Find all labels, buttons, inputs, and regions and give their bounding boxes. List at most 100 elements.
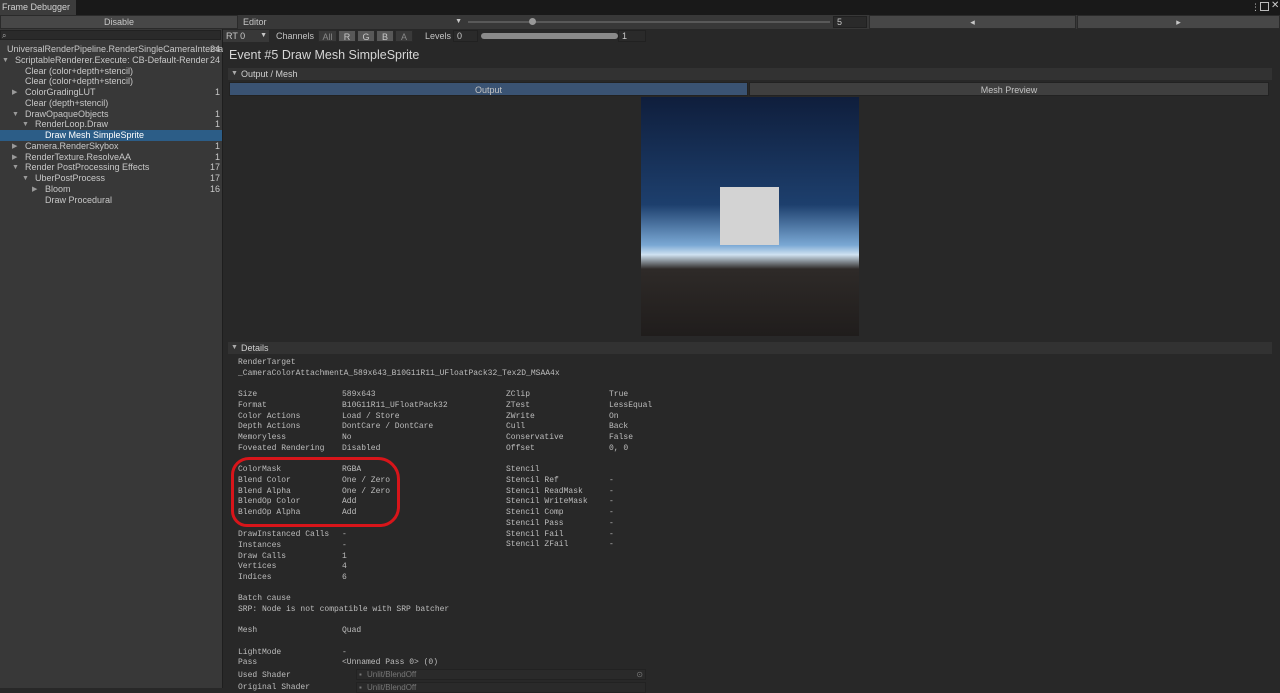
mesh-value: Quad xyxy=(342,626,362,635)
target-dropdown-label: Editor xyxy=(243,17,267,27)
tree-item[interactable]: ▼ UniversalRenderPipeline.RenderSingleCam… xyxy=(0,44,226,55)
tree-item[interactable]: ▶ ColorGradingLUT 1 xyxy=(0,87,222,98)
foldout-arrow-icon: ▼ xyxy=(231,70,238,77)
detail-label: Cull xyxy=(506,422,526,432)
detail-value: Back xyxy=(609,422,629,432)
detail-label: Stencil ReadMask xyxy=(506,486,583,496)
close-icon[interactable]: ✕ xyxy=(1271,0,1279,11)
foldout-collapsed-icon[interactable]: ▶ xyxy=(32,184,37,195)
previous-event-button[interactable]: ◂ xyxy=(869,15,1076,29)
levels-min-field[interactable]: 0 xyxy=(453,30,478,42)
tree-item-count: 17 xyxy=(209,162,220,173)
levels-range-slider[interactable] xyxy=(481,33,618,39)
tab-output[interactable]: Output xyxy=(229,82,748,96)
detail-label: DrawInstanced Calls xyxy=(238,530,330,539)
tree-item-label: RenderTexture.ResolveAA xyxy=(25,151,132,162)
details-section-title: Details xyxy=(241,343,269,353)
detail-value: LessEqual xyxy=(609,400,653,410)
detail-label: Conservative xyxy=(506,433,564,442)
tree-item-label: RenderLoop.Draw xyxy=(35,119,109,130)
tree-item[interactable]: ▶ Bloom 16 xyxy=(0,184,222,195)
foldout-expanded-icon[interactable]: ▼ xyxy=(12,109,19,120)
annotation-red-circle xyxy=(231,457,400,527)
rt-dropdown[interactable]: RT 0 ▼ xyxy=(223,30,269,42)
tree-item[interactable]: ▼ Render PostProcessing Effects 17 xyxy=(0,162,222,173)
tree-item[interactable]: Draw Mesh SimpleSprite xyxy=(0,130,222,141)
tree-item[interactable]: ▶ Camera.RenderSkybox 1 xyxy=(0,141,222,152)
foldout-expanded-icon[interactable]: ▼ xyxy=(0,44,1,55)
tree-item[interactable]: Draw Procedural xyxy=(0,195,222,206)
event-slider[interactable] xyxy=(468,21,830,23)
event-slider-thumb[interactable] xyxy=(529,18,536,25)
channel-g-button[interactable]: G xyxy=(357,30,375,42)
tree-item[interactable]: ▶ RenderTexture.ResolveAA 1 xyxy=(0,152,222,163)
tab-mesh-preview[interactable]: Mesh Preview xyxy=(749,82,1269,96)
detail-value: - xyxy=(342,540,347,550)
tree-item-count: 1 xyxy=(214,140,220,151)
tree-item[interactable]: ▼ DrawOpaqueObjects 1 xyxy=(0,109,222,120)
detail-label: Depth Actions xyxy=(238,422,301,432)
details-section-header[interactable]: ▼ Details xyxy=(228,342,1272,354)
tree-item-label: UniversalRenderPipeline.RenderSingleCame… xyxy=(7,44,226,54)
tree-item-label: Bloom xyxy=(45,183,71,194)
tree-item-count: 17 xyxy=(209,173,220,183)
maximize-icon[interactable] xyxy=(1260,2,1269,11)
foldout-collapsed-icon[interactable]: ▶ xyxy=(12,152,17,163)
levels-max-field[interactable]: 1 xyxy=(618,30,646,42)
search-input[interactable]: ⌕ xyxy=(0,30,221,40)
tree-item[interactable]: ▼ UberPostProcess 17 xyxy=(0,173,222,184)
used-shader-field[interactable]: ▪ Unlit/BlendOff ⊙ xyxy=(356,669,646,680)
menu-icon[interactable]: ⋮ xyxy=(1251,2,1260,13)
event-number-field[interactable]: 5 xyxy=(833,16,867,28)
event-title: Event #5 Draw Mesh SimpleSprite xyxy=(229,48,420,62)
foldout-collapsed-icon[interactable]: ▶ xyxy=(12,141,17,152)
foldout-collapsed-icon[interactable]: ▶ xyxy=(12,87,17,98)
foldout-expanded-icon[interactable]: ▼ xyxy=(12,162,19,173)
detail-value: 1 xyxy=(342,551,347,561)
tree-item[interactable]: ▼ RenderLoop.Draw 1 xyxy=(0,119,222,130)
disable-button[interactable]: Disable xyxy=(0,15,238,29)
used-shader-label: Used Shader xyxy=(238,671,291,680)
channel-b-button[interactable]: B xyxy=(376,30,394,42)
tree-item-count: 1 xyxy=(214,108,220,119)
tree-item[interactable]: Clear (color+depth+stencil) xyxy=(0,66,222,77)
batch-cause-value: SRP: Node is not compatible with SRP bat… xyxy=(238,605,450,614)
detail-label: Size xyxy=(238,390,258,399)
tree-item-count: 24 xyxy=(209,54,220,65)
detail-label: Vertices xyxy=(238,562,277,572)
detail-label: Draw Calls xyxy=(238,551,287,561)
foldout-expanded-icon[interactable]: ▼ xyxy=(22,119,29,130)
detail-value: - xyxy=(609,529,614,539)
foldout-expanded-icon[interactable]: ▼ xyxy=(22,173,29,184)
tree-item-count: 1 xyxy=(214,151,220,162)
tree-item[interactable]: Clear (depth+stencil) xyxy=(0,98,222,109)
detail-label: Offset xyxy=(506,443,535,453)
tree-item[interactable]: Clear (color+depth+stencil) xyxy=(0,76,222,87)
tree-item-label: Clear (color+depth+stencil) xyxy=(25,65,134,76)
target-dropdown[interactable]: Editor ▼ xyxy=(240,15,464,29)
detail-value: - xyxy=(609,508,614,517)
channel-r-button[interactable]: R xyxy=(338,30,356,42)
detail-value: 0, 0 xyxy=(609,443,629,453)
tree-item-count: 24 xyxy=(209,44,220,54)
foldout-arrow-icon: ▼ xyxy=(231,344,238,351)
tree-item[interactable]: ▼ ScriptableRenderer.Execute: CB-Default-… xyxy=(0,55,222,66)
lightmode-value: - xyxy=(342,648,347,657)
next-event-button[interactable]: ▸ xyxy=(1077,15,1280,29)
channel-all-button[interactable]: All xyxy=(318,30,337,42)
detail-label: Color Actions xyxy=(238,411,301,421)
window-title-tab[interactable]: Frame Debugger xyxy=(0,0,77,15)
detail-value: 4 xyxy=(342,562,347,572)
detail-value: B10G11R11_UFloatPack32 xyxy=(342,400,448,410)
channel-a-button[interactable]: A xyxy=(395,30,413,42)
output-section-header[interactable]: ▼ Output / Mesh xyxy=(228,68,1272,80)
rt-dropdown-label: RT 0 xyxy=(226,31,246,41)
detail-label: Indices xyxy=(238,573,272,582)
detail-value: 589x643 xyxy=(342,390,376,399)
detail-label: Memoryless xyxy=(238,433,287,442)
object-picker-icon[interactable]: ⊙ xyxy=(636,670,643,679)
detail-label: Stencil Comp xyxy=(506,508,564,517)
foldout-expanded-icon[interactable]: ▼ xyxy=(2,55,9,66)
used-shader-value: Unlit/BlendOff xyxy=(367,670,417,679)
detail-label: Stencil ZFail xyxy=(506,540,569,550)
